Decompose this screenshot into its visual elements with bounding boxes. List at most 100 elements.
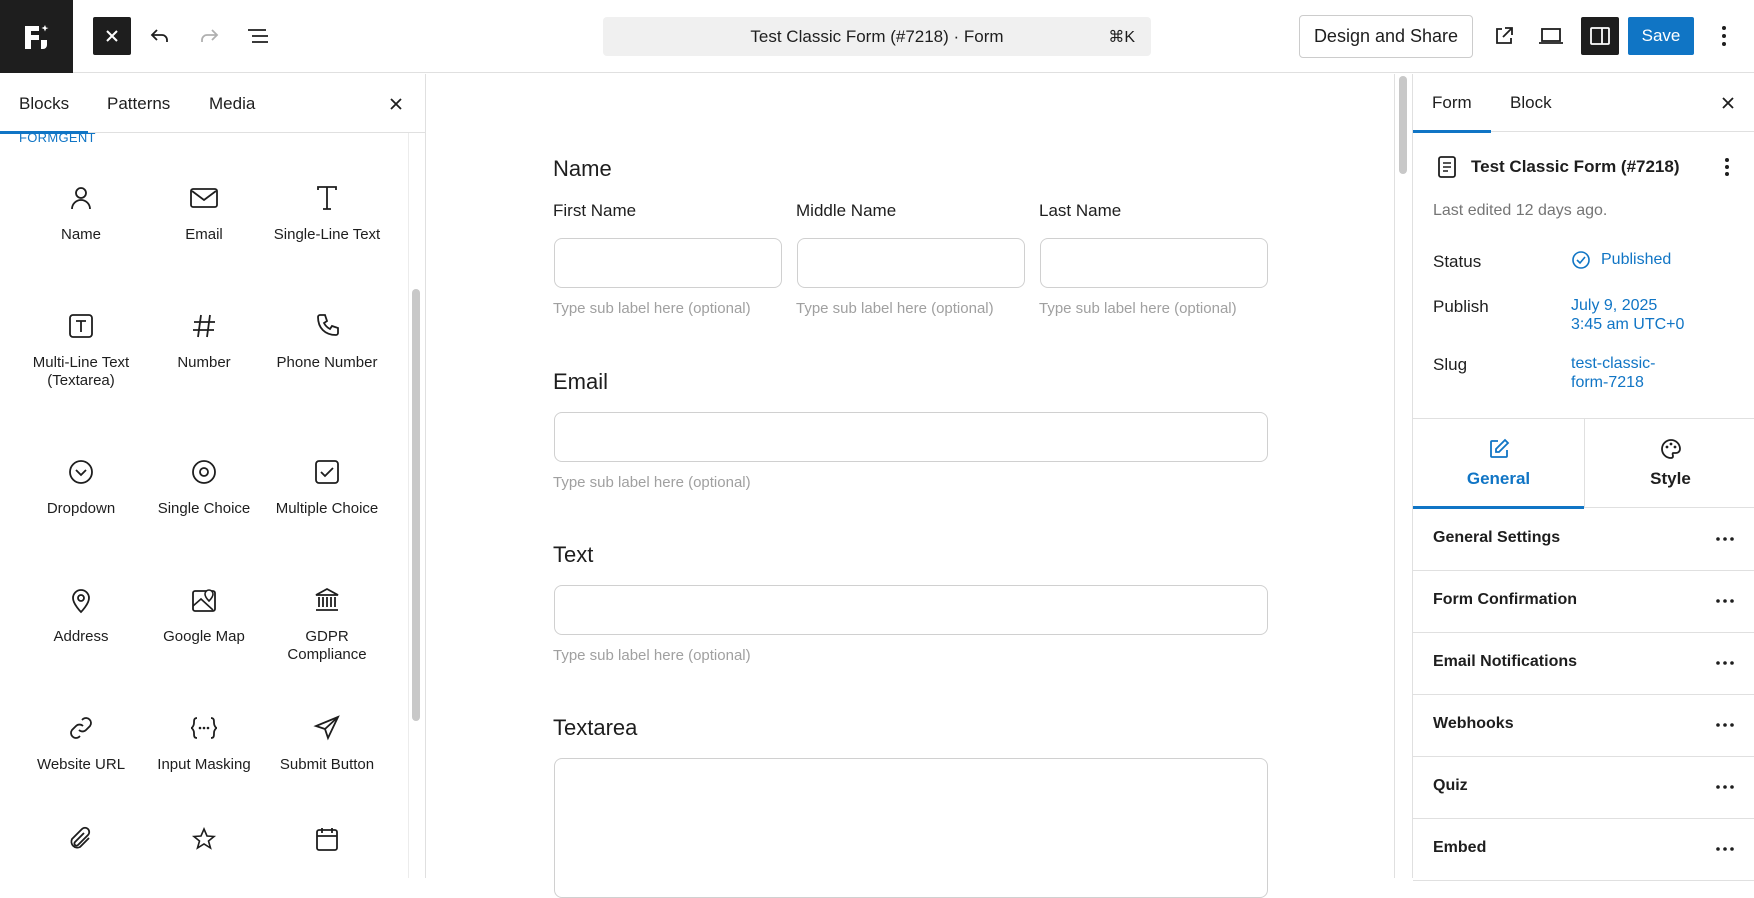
close-inserter-panel-button[interactable]	[384, 92, 408, 116]
textarea-field-title[interactable]: Textarea	[553, 715, 637, 741]
device-preview-button[interactable]	[1532, 17, 1570, 55]
block-multiple-choice[interactable]: Multiple Choice	[272, 452, 382, 518]
block-phone-number[interactable]: Phone Number	[272, 306, 382, 372]
slug-button[interactable]: test-classic- form-7218	[1571, 354, 1655, 392]
canvas-scrollbar[interactable]	[1399, 76, 1407, 174]
section-embed[interactable]: Embed	[1413, 819, 1754, 881]
section-menu-button[interactable]	[1713, 651, 1737, 675]
section-email-notifications[interactable]: Email Notifications	[1413, 633, 1754, 695]
first-name-label[interactable]: First Name	[553, 201, 636, 221]
section-menu-button[interactable]	[1713, 837, 1737, 861]
block-file-upload[interactable]	[26, 819, 136, 859]
section-title: Email Notifications	[1433, 653, 1578, 670]
first-name-input[interactable]	[554, 238, 782, 288]
section-menu-button[interactable]	[1713, 775, 1737, 799]
email-sublabel[interactable]: Type sub label here (optional)	[553, 474, 751, 491]
document-overview-button[interactable]	[239, 17, 277, 55]
slug-line-2: form-7218	[1571, 374, 1644, 391]
settings-sidebar-toggle[interactable]	[1581, 17, 1619, 55]
send-icon	[313, 715, 340, 741]
undo-button[interactable]	[141, 17, 179, 55]
block-rating[interactable]	[149, 819, 259, 859]
document-actions-button[interactable]	[1715, 154, 1739, 180]
block-website-url[interactable]: Website URL	[26, 708, 136, 774]
block-google-map[interactable]: Google Map	[149, 580, 259, 646]
more-horizontal-icon	[1716, 599, 1734, 603]
more-vertical-icon	[1722, 26, 1726, 46]
email-field-title[interactable]: Email	[553, 369, 608, 395]
view-form-button[interactable]	[1485, 17, 1523, 55]
block-address[interactable]: Address	[26, 580, 136, 646]
bank-icon	[315, 587, 339, 611]
formgent-logo-icon	[24, 24, 48, 49]
radio-icon	[192, 460, 216, 484]
tab-patterns[interactable]: Patterns	[107, 74, 170, 133]
middle-name-input[interactable]	[797, 238, 1025, 288]
star-icon	[191, 826, 217, 850]
more-horizontal-icon	[1716, 847, 1734, 851]
section-menu-button[interactable]	[1713, 527, 1737, 551]
inserter-scrollbar[interactable]	[412, 289, 420, 721]
first-name-sublabel[interactable]: Type sub label here (optional)	[553, 300, 751, 317]
close-inserter-button[interactable]	[93, 17, 131, 55]
middle-name-sublabel[interactable]: Type sub label here (optional)	[796, 300, 994, 317]
status-value: Published	[1601, 251, 1672, 268]
block-submit-button[interactable]: Submit Button	[272, 708, 382, 774]
tab-form[interactable]: Form	[1413, 74, 1491, 133]
block-multi-line-text[interactable]: Multi-Line Text (Textarea)	[26, 306, 136, 390]
tab-media[interactable]: Media	[209, 74, 255, 133]
last-name-sublabel[interactable]: Type sub label here (optional)	[1039, 300, 1237, 317]
options-menu-button[interactable]	[1706, 17, 1742, 55]
design-and-share-button[interactable]: Design and Share	[1299, 15, 1473, 58]
block-single-line-text[interactable]: Single-Line Text	[272, 178, 382, 244]
section-webhooks[interactable]: Webhooks	[1413, 695, 1754, 757]
block-input-masking[interactable]: Input Masking	[149, 708, 259, 774]
block-number[interactable]: Number	[149, 306, 259, 372]
status-label: Status	[1433, 252, 1482, 271]
tab-blocks[interactable]: Blocks	[0, 74, 89, 134]
name-field-title[interactable]: Name	[553, 156, 612, 182]
block-gdpr-compliance[interactable]: GDPR Compliance	[272, 580, 382, 664]
status-toggle[interactable]: Published	[1571, 250, 1671, 270]
list-view-icon	[248, 29, 268, 43]
block-date[interactable]	[272, 819, 382, 859]
publish-date-button[interactable]: July 9, 2025 3:45 am UTC+0	[1571, 296, 1684, 334]
command-palette-button[interactable]: Test Classic Form (#7218) · Form ⌘K	[603, 17, 1151, 56]
block-inserter-panel: Blocks Patterns Media FORMGENT Name Emai…	[0, 74, 426, 878]
block-email[interactable]: Email	[149, 178, 259, 244]
text-field-title[interactable]: Text	[553, 542, 593, 568]
calendar-icon	[316, 828, 338, 851]
section-title: Webhooks	[1433, 715, 1514, 732]
tab-general[interactable]: General	[1413, 419, 1584, 509]
section-form-confirmation[interactable]: Form Confirmation	[1413, 571, 1754, 633]
section-menu-button[interactable]	[1713, 713, 1737, 737]
save-button[interactable]: Save	[1628, 17, 1694, 55]
app-logo[interactable]	[0, 0, 73, 73]
last-name-input[interactable]	[1040, 238, 1268, 288]
close-settings-button[interactable]	[1716, 91, 1740, 115]
tab-block[interactable]: Block	[1510, 74, 1552, 132]
tab-style[interactable]: Style	[1585, 419, 1754, 508]
text-input[interactable]	[554, 585, 1268, 635]
section-quiz[interactable]: Quiz	[1413, 757, 1754, 819]
chevron-circle-icon	[69, 460, 93, 484]
last-edited-text: Last edited 12 days ago.	[1433, 202, 1608, 219]
publish-date: July 9, 2025	[1571, 297, 1658, 314]
section-menu-button[interactable]	[1713, 589, 1737, 613]
block-single-choice[interactable]: Single Choice	[149, 452, 259, 518]
redo-button[interactable]	[190, 17, 228, 55]
last-name-label[interactable]: Last Name	[1039, 201, 1121, 221]
email-input[interactable]	[554, 412, 1268, 462]
more-horizontal-icon	[1716, 723, 1734, 727]
more-horizontal-icon	[1716, 785, 1734, 789]
textarea-input[interactable]	[554, 758, 1268, 898]
textarea-icon	[69, 314, 93, 338]
block-dropdown[interactable]: Dropdown	[26, 452, 136, 518]
shortcut-hint: ⌘K	[1108, 29, 1135, 46]
text-sublabel[interactable]: Type sub label here (optional)	[553, 647, 751, 664]
middle-name-label[interactable]: Middle Name	[796, 201, 896, 221]
section-general-settings[interactable]: General Settings	[1413, 509, 1754, 571]
settings-tabs: Form Block	[1413, 74, 1754, 133]
block-label: Email	[185, 226, 223, 243]
block-name[interactable]: Name	[26, 178, 136, 244]
